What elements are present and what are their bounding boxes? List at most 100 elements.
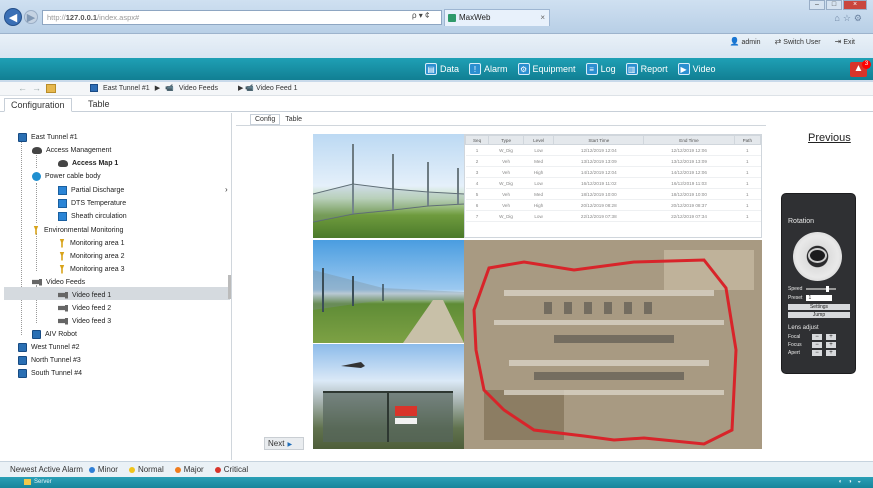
tree-node-dts-temperature[interactable]: DTS Temperature <box>58 197 126 209</box>
tree-node-video-feed-1[interactable]: Video feed 1 <box>58 289 111 301</box>
next-arrow-icon: ▶ <box>287 442 293 448</box>
table-row[interactable]: 5 Veh Med 18/12/2019 10:00 18/12/2019 10:00 1 <box>465 188 761 200</box>
camera-feed-perimeter[interactable] <box>313 240 464 343</box>
tab-configuration[interactable]: Configuration <box>4 98 72 112</box>
address-bar[interactable]: http://127.0.0.1/index.aspx# <box>42 10 442 25</box>
close-window-button[interactable]: × <box>843 0 867 10</box>
minimize-button[interactable]: – <box>809 0 825 10</box>
tree-node-area-3[interactable]: Monitoring area 3 <box>58 263 124 275</box>
tree-node-video-feed-3[interactable]: Video feed 3 <box>58 315 111 327</box>
table-row[interactable]: 1 W_Dig Low 12/12/2019 12:04 12/12/2019 12:0… <box>465 144 761 156</box>
menu-item-report[interactable]: ▥ Report <box>625 61 668 77</box>
column-header[interactable]: Start Time <box>553 135 645 145</box>
tree-scrollbar[interactable] <box>228 275 231 299</box>
camera-feed-gate[interactable] <box>313 344 464 449</box>
table-row[interactable]: 3 Veh High 14/12/2019 12:04 14/12/2019 12:06… <box>465 166 761 178</box>
focus-plus-button[interactable]: + <box>826 342 836 348</box>
tree-node-sheath-circulation[interactable]: Sheath circulation <box>58 210 127 222</box>
aperture-plus-button[interactable]: + <box>826 350 836 356</box>
tree-node-environmental-monitoring[interactable]: Environmental Monitoring <box>32 224 123 236</box>
column-header[interactable]: Type <box>488 135 524 145</box>
tree-node-video-feed-2[interactable]: Video feed 2 <box>58 302 111 314</box>
tree-node-area-2[interactable]: Monitoring area 2 <box>58 250 124 262</box>
sensor-icon <box>59 264 65 274</box>
subtab-table[interactable]: Table <box>280 114 307 125</box>
column-header[interactable]: Seq <box>464 135 490 145</box>
breadcrumb-item-video-feeds[interactable]: Video Feeds <box>179 85 218 92</box>
table-cell: 20/12/2019 08:37 <box>643 199 735 211</box>
column-header[interactable]: End Time <box>643 135 735 145</box>
aperture-row: Apert − + <box>788 350 836 356</box>
table-row[interactable]: 2 Veh Med 13/12/2019 13:09 13/12/2019 13:09 1 <box>465 155 761 167</box>
menu-item-data[interactable]: ▤ Data <box>425 61 459 77</box>
device-tree: East Tunnel #1 Access Management Access … <box>0 113 232 460</box>
breadcrumb-item-video-feed[interactable]: Video Feed 1 <box>256 85 298 92</box>
tree-node-area-1[interactable]: Monitoring area 1 <box>58 237 124 249</box>
menu-item-log[interactable]: ≡ Log <box>585 61 616 77</box>
table-row[interactable]: 7 W_Dig Low 22/12/2019 07:38 22/12/2019 07:3… <box>465 210 761 222</box>
focus-minus-button[interactable]: − <box>812 342 822 348</box>
breadcrumb-item-tunnel[interactable]: East Tunnel #1 <box>103 85 150 92</box>
menu-item-equipment[interactable]: ⚙ Equipment <box>517 61 576 77</box>
forward-button[interactable]: ▶ <box>24 10 38 24</box>
jump-button[interactable]: Jump <box>788 312 850 318</box>
maximize-button[interactable]: □ <box>826 0 842 10</box>
window-controls: – □ × <box>809 0 867 10</box>
tree-node-north-tunnel[interactable]: North Tunnel #3 <box>18 354 81 366</box>
focal-plus-button[interactable]: + <box>826 334 836 340</box>
back-button[interactable]: ◀ <box>4 8 22 26</box>
nav-back-icon[interactable]: ← <box>18 83 27 93</box>
tree-node-power-cable[interactable]: Power cable body <box>32 170 101 182</box>
switch-user-link[interactable]: ⇄ Switch User <box>775 37 821 46</box>
tree-node-video-feeds[interactable]: Video Feeds <box>32 276 85 288</box>
user-info[interactable]: 👤 admin <box>730 37 761 46</box>
settings-row: Settings <box>788 304 850 310</box>
browser-toolbar-icons[interactable]: ⌂☆⚙ <box>834 13 865 24</box>
table-row[interactable]: 6 Veh High 20/12/2019 08:28 20/12/2019 08:37… <box>465 199 761 211</box>
settings-button[interactable]: Settings <box>788 304 850 310</box>
tunnel-icon <box>90 84 98 92</box>
tab-table[interactable]: Table <box>82 98 116 112</box>
nav-forward-icon[interactable]: → <box>32 83 41 93</box>
tree-node-west-tunnel[interactable]: West Tunnel #2 <box>18 341 80 353</box>
camera-icon <box>58 291 68 299</box>
tree-guide-line <box>21 135 22 335</box>
address-tools[interactable]: ρ ▾ ¢ <box>412 11 429 20</box>
table-row[interactable]: 4 W_Dig Low 16/12/2019 11:02 16/12/2019 11:0… <box>465 177 761 189</box>
tree-node-access-map[interactable]: Access Map 1 <box>58 157 118 169</box>
tab-close-icon[interactable]: × <box>540 10 545 26</box>
next-button[interactable]: Next ▶ <box>264 437 304 450</box>
exit-link[interactable]: ⇥ Exit <box>835 37 855 46</box>
tree-node-access-management[interactable]: Access Management <box>32 144 111 156</box>
previous-link[interactable]: Previous <box>808 132 851 144</box>
lens-adjust-label: Lens adjust <box>788 325 819 331</box>
legend-major: Major <box>174 465 204 474</box>
server-status[interactable]: Server <box>24 479 52 485</box>
aperture-minus-button[interactable]: − <box>812 350 822 356</box>
table-cell: 1 <box>734 188 761 200</box>
collapse-arrow-icon[interactable]: › <box>225 185 228 194</box>
focal-minus-button[interactable]: − <box>812 334 822 340</box>
rotation-center-button[interactable] <box>808 248 827 263</box>
tree-node-south-tunnel[interactable]: South Tunnel #4 <box>18 367 82 379</box>
table-cell: Med <box>523 155 554 167</box>
satellite-map[interactable] <box>464 240 762 449</box>
menu-item-video[interactable]: ▶ Video <box>677 61 715 77</box>
tree-node-aiv-robot[interactable]: AIV Robot <box>32 328 77 340</box>
tree-node-east-tunnel[interactable]: East Tunnel #1 <box>18 131 78 143</box>
tunnel-icon <box>18 368 27 378</box>
column-header[interactable]: Level <box>522 135 555 145</box>
tree-node-partial-discharge[interactable]: Partial Discharge <box>58 184 124 196</box>
menu-item-alarm[interactable]: ! Alarm <box>469 61 508 77</box>
camera-feed-fence[interactable] <box>313 134 464 238</box>
power-icon <box>32 171 41 181</box>
speed-row: Speed <box>788 286 837 292</box>
speed-slider[interactable] <box>806 286 837 292</box>
folder-icon[interactable] <box>46 84 56 93</box>
tray-icons[interactable]: ◐ ◑ ◒ <box>839 479 863 485</box>
preset-select[interactable]: 1 <box>806 295 833 301</box>
subtab-config[interactable]: Config <box>250 114 281 125</box>
column-header[interactable]: Path <box>733 135 762 145</box>
app-header: 👤 admin ⇄ Switch User ⇥ Exit ▤ Data ! Alarm ⚙… <box>0 34 873 82</box>
browser-tab[interactable]: MaxWeb × <box>444 9 550 26</box>
